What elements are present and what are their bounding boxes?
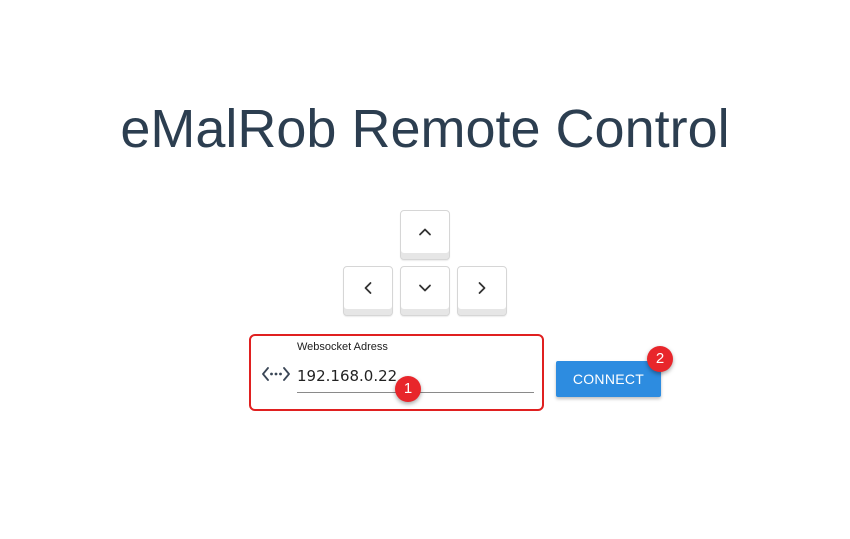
- annotation-marker-2: 2: [647, 346, 673, 372]
- connect-button[interactable]: CONNECT: [556, 361, 661, 397]
- chevron-right-icon: [478, 282, 486, 294]
- up-arrow-key[interactable]: [400, 210, 450, 260]
- chevron-down-icon: [419, 284, 431, 292]
- chevron-left-icon: [364, 282, 372, 294]
- chevron-up-icon: [419, 228, 431, 236]
- annotation-marker-1: 1: [395, 376, 421, 402]
- app-root: eMalRob Remote Control Websocket Adress …: [0, 0, 850, 539]
- network-icon: [262, 367, 290, 381]
- down-arrow-key[interactable]: [400, 266, 450, 316]
- right-arrow-key[interactable]: [457, 266, 507, 316]
- page-title: eMalRob Remote Control: [120, 99, 730, 159]
- left-arrow-key[interactable]: [343, 266, 393, 316]
- websocket-address-label: Websocket Adress: [297, 341, 388, 353]
